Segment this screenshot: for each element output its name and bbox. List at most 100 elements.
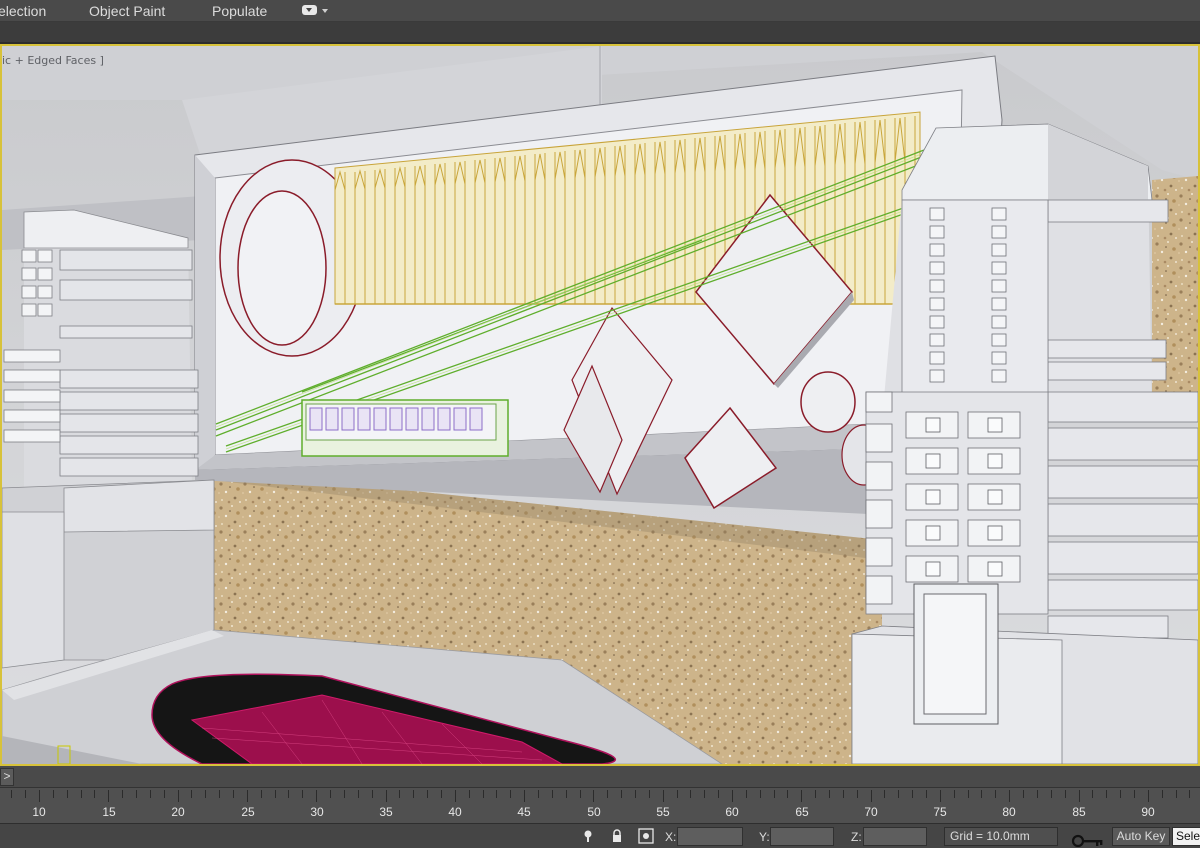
viewport-shading-label[interactable]: ic + Edged Faces ] — [2, 54, 104, 67]
grid-size-readout: Grid = 10.0mm — [944, 827, 1058, 846]
frame-tick — [746, 790, 747, 798]
frame-tick — [1037, 790, 1038, 798]
perspective-viewport[interactable]: ic + Edged Faces ] — [0, 44, 1200, 766]
toggle-dropdown-icon[interactable] — [302, 3, 332, 18]
frame-label: 55 — [656, 805, 670, 819]
frame-tick — [25, 790, 26, 798]
frame-tick — [108, 790, 109, 802]
time-slider-next-button[interactable]: > — [0, 768, 14, 786]
frame-tick — [413, 790, 414, 798]
x-label: X: — [665, 830, 677, 844]
frame-label: 25 — [241, 805, 255, 819]
frame-tick — [455, 790, 456, 802]
frame-tick — [178, 790, 179, 802]
frame-tick — [690, 790, 691, 798]
frame-tick — [635, 790, 636, 798]
frame-label: 20 — [171, 805, 185, 819]
frame-tick — [81, 790, 82, 798]
menu-object-paint[interactable]: Object Paint — [89, 2, 165, 20]
frame-tick — [1023, 790, 1024, 798]
frame-label: 40 — [448, 805, 462, 819]
frame-tick — [926, 790, 927, 798]
z-label: Z: — [851, 830, 862, 844]
frame-tick — [427, 790, 428, 798]
frame-tick — [940, 790, 941, 802]
frame-tick — [441, 790, 442, 798]
frame-tick — [11, 790, 12, 798]
frame-tick — [829, 790, 830, 798]
frame-label: 60 — [725, 805, 739, 819]
frame-label: 50 — [587, 805, 601, 819]
lock-pin-icon[interactable] — [580, 828, 596, 844]
frame-tick — [1065, 790, 1066, 798]
frame-tick — [1176, 790, 1177, 798]
menu-selection[interactable]: election — [0, 2, 46, 20]
auto-key-button[interactable]: Auto Key — [1112, 827, 1170, 846]
frame-tick — [316, 790, 317, 802]
frame-tick — [704, 790, 705, 798]
track-bar[interactable]: 10 15 20 25 30 35 40 45 50 55 60 65 70 7… — [0, 788, 1200, 823]
frame-tick — [580, 790, 581, 798]
frame-tick — [53, 790, 54, 798]
absolute-mode-icon[interactable] — [638, 828, 654, 844]
frame-tick — [372, 790, 373, 798]
frame-tick — [524, 790, 525, 802]
frame-label: 85 — [1072, 805, 1086, 819]
frame-label: 90 — [1141, 805, 1155, 819]
frame-tick — [663, 790, 664, 802]
frame-tick — [150, 790, 151, 798]
frame-tick — [607, 790, 608, 798]
frame-tick — [871, 790, 872, 802]
frame-tick — [39, 790, 40, 802]
scene-render — [2, 46, 1198, 764]
frame-tick — [981, 790, 982, 798]
ribbon-strip — [0, 22, 1200, 44]
frame-tick — [344, 790, 345, 798]
frame-tick — [898, 790, 899, 798]
selection-set-dropdown[interactable]: Selec — [1172, 827, 1200, 846]
frame-tick — [122, 790, 123, 798]
frame-tick — [247, 790, 248, 802]
frame-tick — [288, 790, 289, 798]
frame-tick — [1148, 790, 1149, 802]
y-coordinate-field[interactable] — [770, 827, 834, 846]
frame-tick — [136, 790, 137, 798]
menu-bar: election Object Paint Populate — [0, 0, 1200, 22]
set-key-icon[interactable] — [1070, 833, 1106, 847]
frame-tick — [219, 790, 220, 798]
frame-label: 15 — [102, 805, 116, 819]
frame-tick — [191, 790, 192, 798]
frame-tick — [386, 790, 387, 802]
time-slider[interactable]: > — [0, 766, 1200, 788]
z-coordinate-field[interactable] — [863, 827, 927, 846]
frame-tick — [1106, 790, 1107, 798]
frame-tick — [330, 790, 331, 798]
frame-tick — [483, 790, 484, 798]
frame-tick — [538, 790, 539, 798]
frame-tick — [261, 790, 262, 798]
frame-tick — [205, 790, 206, 798]
frame-tick — [1162, 790, 1163, 798]
frame-label: 75 — [933, 805, 947, 819]
frame-tick — [358, 790, 359, 798]
frame-label: 65 — [795, 805, 809, 819]
frame-tick — [399, 790, 400, 798]
frame-label: 45 — [517, 805, 531, 819]
status-bar: X: Y: Z: Grid = 10.0mm Auto Key Selec — [0, 823, 1200, 848]
lock-icon[interactable] — [609, 828, 625, 844]
frame-tick — [566, 790, 567, 798]
y-label: Y: — [759, 830, 770, 844]
menu-populate[interactable]: Populate — [212, 2, 267, 20]
frame-tick — [1009, 790, 1010, 802]
frame-tick — [164, 790, 165, 798]
frame-tick — [968, 790, 969, 798]
frame-tick — [718, 790, 719, 798]
frame-label: 70 — [864, 805, 878, 819]
frame-tick — [801, 790, 802, 802]
x-coordinate-field[interactable] — [677, 827, 743, 846]
frame-tick — [760, 790, 761, 798]
frame-tick — [857, 790, 858, 798]
frame-tick — [302, 790, 303, 798]
frame-label: 10 — [32, 805, 46, 819]
frame-label: 30 — [310, 805, 324, 819]
